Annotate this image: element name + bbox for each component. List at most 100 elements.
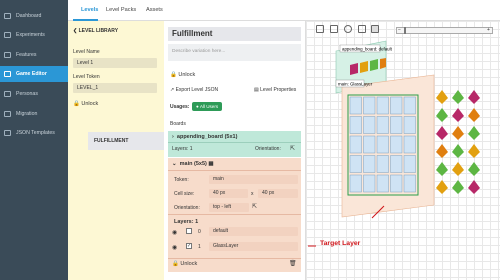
sidebar-item-game-editor[interactable]: Game Editor (0, 66, 68, 82)
glass-tile (363, 135, 376, 154)
gem-tile (468, 126, 480, 140)
level-properties-button[interactable]: ▤ Level Properties (254, 87, 296, 93)
orientation-arrow-icon[interactable]: ⇱ (252, 203, 257, 210)
glass-tile (363, 96, 376, 115)
zoom-slider[interactable] (396, 27, 493, 34)
lock-icon: 🔒 (73, 101, 80, 107)
zoom-slider-handle[interactable] (404, 27, 406, 34)
layer-0-name-input[interactable]: default (209, 227, 298, 236)
user-icon (4, 91, 11, 97)
gem-tile (452, 90, 464, 104)
gem-orange (360, 61, 368, 73)
gem-tile (436, 162, 448, 176)
orientation-select[interactable]: top - left (209, 203, 249, 212)
move-icon[interactable] (330, 25, 338, 33)
chevron-down-icon: ⌄ (172, 161, 177, 167)
glass-tile (403, 135, 416, 154)
board-appending-layers: Layers: 1 (172, 146, 193, 152)
tab-levels[interactable]: Levels (81, 7, 98, 13)
gem-tile (436, 126, 448, 140)
share-icon: ↗ (170, 87, 175, 93)
usages-label: Usages: (170, 104, 190, 110)
divider (168, 214, 301, 215)
sidebar-item-personas[interactable]: Personas (0, 86, 68, 102)
glass-tile (349, 96, 362, 115)
sidebar-item-json-templates[interactable]: JSON Templates (0, 125, 68, 141)
orientation-arrow-icon[interactable]: ⇱ (290, 145, 295, 152)
library-unlock-button[interactable]: 🔒 Unlock (73, 101, 98, 107)
cellsize-label: Cell size: (174, 191, 195, 197)
eye-toggle-icon[interactable] (344, 25, 352, 33)
glass-tile (349, 135, 362, 154)
layer-1-index: 1 (198, 244, 201, 250)
sidebar: Dashboard Experiments Features Game Edit… (0, 0, 68, 280)
dashboard-icon (4, 13, 11, 19)
paint-icon[interactable] (316, 25, 324, 33)
gem-pink (350, 63, 358, 75)
variation-fulfillment[interactable]: FULFILLMENT (88, 132, 164, 150)
eye-icon[interactable]: ◉ (172, 229, 177, 236)
layer-0-checkbox[interactable] (186, 228, 192, 234)
tab-assets[interactable]: Assets (146, 7, 163, 13)
trash-icon[interactable]: 🗑 (289, 260, 297, 267)
file-icon: ▤ (254, 87, 259, 93)
chevron-right-icon: › (172, 134, 174, 140)
sidebar-item-migration[interactable]: Migration (0, 106, 68, 122)
glass-tile (390, 155, 403, 173)
board-unlock-button[interactable]: 🔒 Unlock (172, 261, 197, 267)
glass-tile (349, 116, 362, 134)
glass-tile (376, 96, 389, 115)
layers-3d-icon[interactable] (371, 25, 379, 33)
board-token-input[interactable]: main (209, 175, 298, 184)
sidebar-item-features[interactable]: Features (0, 47, 68, 63)
target-layer-annotation: Target Layer (320, 240, 361, 247)
board-appending-header[interactable]: › appending_board (5x1) (168, 132, 301, 142)
lock-icon: 🔒 (172, 261, 179, 267)
tab-level-packs[interactable]: Level Packs (106, 7, 136, 13)
glass-tile (376, 174, 389, 193)
gem-tile (436, 90, 448, 104)
level-name-input[interactable]: Level 1 (73, 58, 157, 68)
gem-green (370, 59, 378, 71)
divider (168, 142, 301, 143)
board-main-header[interactable]: ⌄ main (5x5) ▦ (168, 159, 301, 169)
gem-tile (436, 180, 448, 194)
chevron-left-icon: ❮ (73, 28, 78, 34)
layer-1-checkbox[interactable]: ✓ (186, 243, 192, 249)
variation-title[interactable]: Fulfillment (168, 27, 301, 41)
eye-icon[interactable]: ◉ (172, 244, 177, 251)
usages-badge-all-users[interactable]: ● All Users (192, 102, 223, 111)
boards-label: Boards (170, 121, 186, 127)
top-nav: Levels Level Packs Assets (68, 0, 500, 21)
glass-tile (390, 135, 403, 154)
gem-tile (468, 90, 480, 104)
zoom-in-icon[interactable]: + (487, 27, 490, 33)
zoom-out-icon[interactable]: − (398, 27, 401, 33)
glass-tile (363, 116, 376, 134)
cell-height-input[interactable]: 40 px (258, 189, 298, 198)
export-json-button[interactable]: ↗ Export Level JSON (170, 87, 218, 93)
glass-tile (349, 155, 362, 173)
glass-tile (376, 155, 389, 173)
sidebar-item-dashboard[interactable]: Dashboard (0, 8, 68, 24)
layer-1-name-input[interactable]: GlassLayer (209, 242, 298, 251)
glass-tile (403, 96, 416, 115)
gem-tile (468, 180, 480, 194)
gem-tile (452, 126, 464, 140)
gem-tile (452, 144, 464, 158)
cell-width-input[interactable]: 40 px (209, 189, 248, 198)
lock-icon: 🔒 (170, 72, 177, 78)
grid-icon[interactable] (358, 25, 366, 33)
glass-tile (363, 155, 376, 173)
sidebar-item-experiments[interactable]: Experiments (0, 27, 68, 43)
glass-tile (403, 174, 416, 193)
gem-tile (468, 108, 480, 122)
variation-description-input[interactable]: Describe variation here... (168, 44, 301, 61)
glass-tile (390, 174, 403, 193)
appending-board-label: appending_board: default (342, 47, 393, 52)
main-board-label: main: GlassLayer (338, 82, 373, 87)
level-token-input[interactable]: LEVEL_1 (73, 83, 157, 93)
gem-tile (436, 108, 448, 122)
main-unlock-button[interactable]: 🔒 Unlock (170, 72, 195, 78)
back-to-library[interactable]: ❮ LEVEL LIBRARY (73, 28, 118, 34)
